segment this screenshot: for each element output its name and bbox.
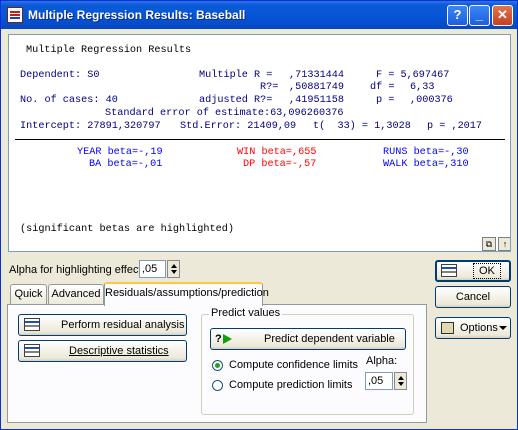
cases-label: No. of cases: 40 xyxy=(20,95,118,106)
dependent-label: Dependent: S0 xyxy=(20,70,100,81)
r-squared-label: R?= xyxy=(260,82,279,93)
predict-values-group: Predict values ? Predict dependent varia… xyxy=(201,307,414,415)
help-button[interactable]: ? xyxy=(447,5,468,26)
predict-dependent-button[interactable]: ? Predict dependent variable xyxy=(210,328,406,350)
spreadsheet-icon xyxy=(24,344,40,357)
tab-residuals[interactable]: Residuals/assumptions/prediction xyxy=(104,282,269,306)
perform-residual-button[interactable]: Perform residual analysis xyxy=(18,314,187,336)
alpha-highlight-label: Alpha for highlighting effects: xyxy=(9,264,151,276)
results-divider xyxy=(15,139,505,140)
multiple-r-value: ,71331444 xyxy=(289,70,345,81)
spreadsheet-icon xyxy=(24,318,40,331)
prediction-limits-label[interactable]: Compute prediction limits xyxy=(229,379,353,391)
intercept-std-error: Std.Error: 21409,09 xyxy=(180,121,297,132)
descriptive-stats-button[interactable]: Descriptive statistics xyxy=(18,340,187,362)
beta-walk: WALK beta=,310 xyxy=(383,159,469,170)
results-heading: Multiple Regression Results xyxy=(26,45,192,56)
beta-dp: DP beta=-,57 xyxy=(243,159,317,170)
predict-values-title: Predict values xyxy=(209,307,283,319)
intercept-value: Intercept: 27891,320797 xyxy=(20,121,161,132)
adjusted-r-label: adjusted R?= xyxy=(199,95,273,106)
tab-panel-residuals: Perform residual analysis Descriptive st… xyxy=(7,304,427,423)
confidence-limits-label[interactable]: Compute confidence limits xyxy=(229,359,358,371)
beta-runs: RUNS beta=-,30 xyxy=(383,147,469,158)
results-text-area[interactable]: Multiple Regression Results Dependent: S… xyxy=(8,34,511,252)
alpha-highlight-input[interactable]: ,05 xyxy=(139,260,166,278)
df-value: 6,33 xyxy=(410,82,435,93)
std-error-estimate: Standard error of estimate:63,096260376 xyxy=(105,108,344,119)
significance-note: (significant betas are highlighted) xyxy=(20,224,234,235)
beta-year: YEAR beta=-,19 xyxy=(77,147,163,158)
adjusted-r-value: ,41951158 xyxy=(289,95,345,106)
options-icon xyxy=(441,322,454,334)
predict-arrow-icon xyxy=(223,334,232,344)
copy-icon[interactable]: ⧉ xyxy=(482,237,496,251)
scroll-up-icon[interactable]: ↑ xyxy=(498,237,510,251)
p-value: ,000376 xyxy=(410,95,453,106)
regression-results-window: Multiple Regression Results: Baseball ? … xyxy=(0,0,518,430)
spreadsheet-icon xyxy=(441,264,457,277)
intercept-p-value: p = ,2017 xyxy=(427,121,483,132)
r-squared-value: ,50881749 xyxy=(289,82,345,93)
intercept-t-value: t( 33) = 1,3028 xyxy=(313,121,411,132)
close-button[interactable]: ✕ xyxy=(492,5,513,26)
predict-dependent-label: Predict dependent variable xyxy=(264,333,395,345)
perform-residual-label: Perform residual analysis xyxy=(61,319,185,331)
df-label: df = xyxy=(370,82,395,93)
alpha-highlight-spinner[interactable] xyxy=(167,260,180,278)
ok-button[interactable]: OK xyxy=(435,260,511,282)
predict-question-icon: ? xyxy=(215,333,222,345)
f-value: F = 5,697467 xyxy=(376,70,450,81)
alpha-label: Alpha: xyxy=(366,355,398,367)
descriptive-stats-label: Descriptive statistics xyxy=(69,345,169,357)
ok-label: OK xyxy=(473,263,501,279)
p-label: p = xyxy=(376,95,395,106)
minimize-button[interactable]: _ xyxy=(469,5,490,26)
multiple-r-label: Multiple R = xyxy=(199,70,273,81)
prediction-limits-radio[interactable] xyxy=(212,380,223,391)
title-bar[interactable]: Multiple Regression Results: Baseball ? … xyxy=(1,1,517,29)
tab-quick[interactable]: Quick xyxy=(10,284,47,305)
options-button[interactable]: Options xyxy=(435,317,511,339)
cancel-button[interactable]: Cancel xyxy=(435,286,511,308)
beta-ba: BA beta=-,01 xyxy=(89,159,163,170)
prediction-alpha-spinner[interactable] xyxy=(394,372,407,390)
tab-advanced[interactable]: Advanced xyxy=(48,284,104,305)
prediction-alpha-input[interactable]: ,05 xyxy=(365,372,393,390)
confidence-limits-radio[interactable] xyxy=(212,360,223,371)
chevron-down-icon xyxy=(499,326,507,330)
beta-win: WIN beta=,655 xyxy=(237,147,317,158)
window-title: Multiple Regression Results: Baseball xyxy=(28,8,246,22)
options-label: Options xyxy=(460,322,498,334)
app-icon xyxy=(7,7,23,23)
